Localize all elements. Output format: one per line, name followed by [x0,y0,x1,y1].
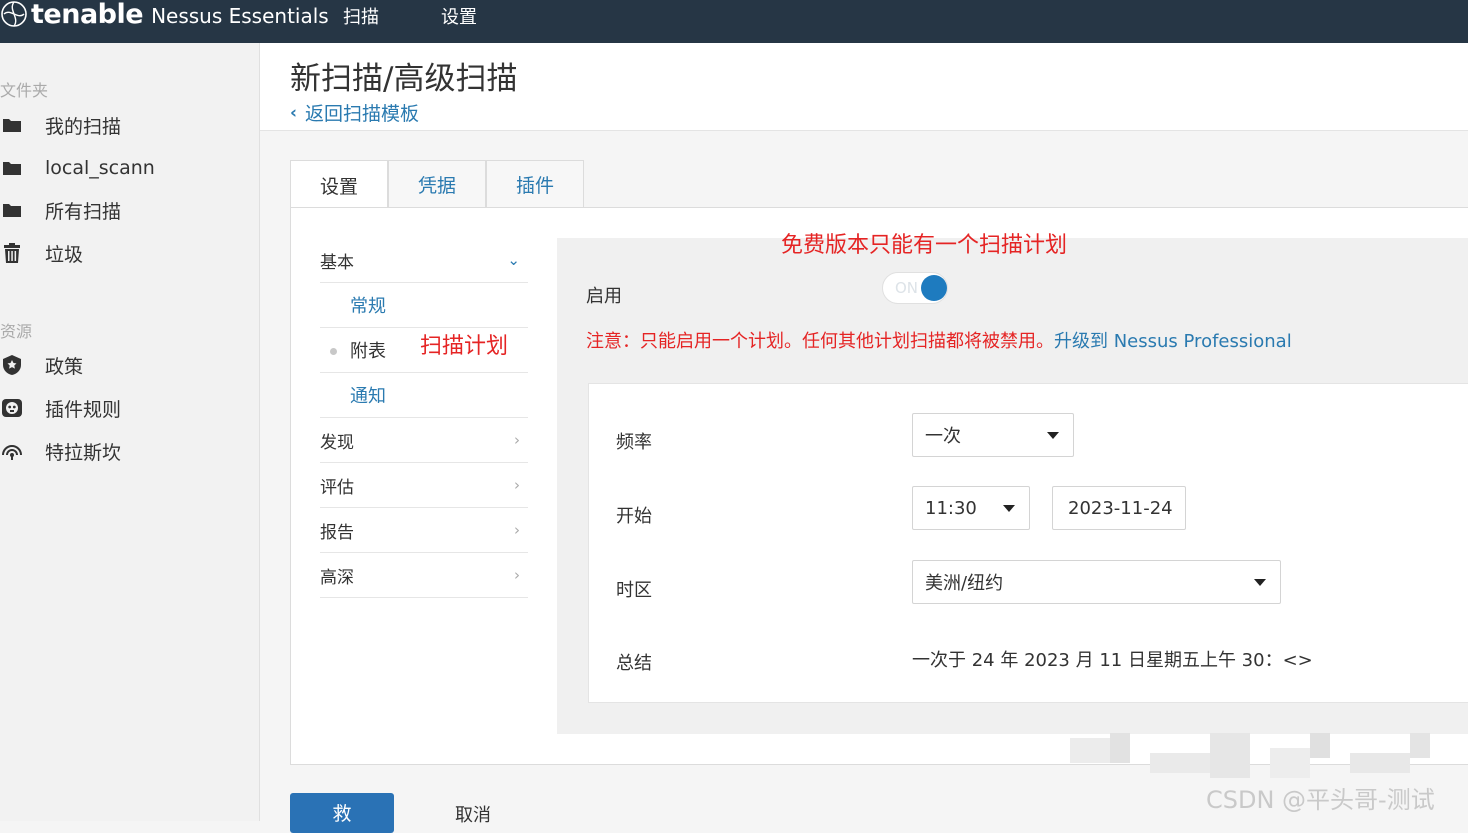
start-date-value: 2023-11-24 [1068,497,1173,519]
tenable-logo[interactable]: tenable Nessus Essentials [0,0,329,30]
chevron-down-icon: ⌄ [507,251,520,269]
menu-report-label: 报告 [320,522,354,543]
schedule-notice: 注意：只能启用一个计划。任何其他计划扫描都将被禁用。升级到 Nessus Pro… [586,327,1292,353]
upgrade-link[interactable]: 升级到 Nessus Professional [1054,331,1292,352]
sidebar-item-trash[interactable]: 垃圾 [0,238,258,268]
summary-value: 一次于 24 年 2023 月 11 日星期五上午 30：<> [912,650,1313,671]
notice-text: 注意：只能启用一个计划。任何其他计划扫描都将被禁用。 [586,331,1054,352]
chevron-right-icon: › [514,521,520,539]
toggle-knob [921,275,947,301]
sidebar-item-label: 我的扫描 [45,115,122,138]
start-time-value: 11:30 [925,497,977,519]
signal-icon [2,445,22,460]
sidebar-item-label: 所有扫描 [45,200,122,223]
menu-advanced-label: 高深 [320,567,354,588]
sidebar-item-terrascan[interactable]: 特拉斯坎 [0,436,258,466]
sidebar-item-policies[interactable]: 政策 [0,350,258,380]
current-dot-icon [330,348,337,355]
back-to-templates-link[interactable]: ‹ 返回扫描模板 [290,99,419,126]
tab-bar: 设置 凭据 插件 [290,160,584,209]
menu-discovery[interactable]: 发现 › [320,418,528,463]
caret-down-icon [1047,432,1059,439]
annotation-one-schedule: 免费版本只能有一个扫描计划 [781,233,1068,258]
page-header: 新扫描/高级扫描 ‹ 返回扫描模板 [260,43,1468,131]
menu-assessment[interactable]: 评估 › [320,463,528,508]
frequency-label: 频率 [616,432,652,453]
menu-general[interactable]: 常规 [320,283,528,328]
menu-advanced[interactable]: 高深 › [320,553,528,598]
chevron-left-icon: ‹ [290,102,298,123]
chevron-right-icon: › [514,431,520,449]
menu-notifications[interactable]: 通知 [320,373,528,418]
tab-plugins[interactable]: 插件 [486,160,584,208]
chevron-right-icon: › [514,476,520,494]
toggle-on-text: ON [895,279,919,297]
plugin-rules-icon [2,399,22,417]
sidebar-item-all-scans[interactable]: 所有扫描 [0,195,258,225]
caret-down-icon [1254,579,1266,586]
sidebar-item-label: 插件规则 [45,398,122,421]
top-bar: tenable Nessus Essentials 扫描 设置 [0,0,1468,43]
sidebar-item-label: 特拉斯坎 [45,441,122,464]
nav-settings[interactable]: 设置 [441,3,477,29]
save-button[interactable]: 救 [290,793,394,833]
folder-icon [3,119,21,132]
menu-discovery-label: 发现 [320,432,354,453]
annotation-schedule: 扫描计划 [420,334,509,359]
caret-down-icon [1003,505,1015,512]
back-link-label: 返回扫描模板 [305,103,420,125]
start-time-select[interactable]: 11:30 [912,486,1030,530]
menu-schedule-label: 附表 [350,341,386,362]
tenable-logo-icon [1,1,27,27]
brand-name: tenable [31,0,144,30]
shield-icon [3,355,21,375]
sidebar-item-my-scans[interactable]: 我的扫描 [0,110,258,140]
cancel-button[interactable]: 取消 [455,801,491,827]
nav-scans[interactable]: 扫描 [343,3,379,29]
product-name: Nessus Essentials [151,4,329,28]
page-title: 新扫描/高级扫描 [290,61,518,97]
timezone-select[interactable]: 美洲/纽约 [912,560,1281,604]
sidebar-item-label: 垃圾 [45,243,84,266]
menu-basic-label: 基本 [320,252,354,273]
menu-assessment-label: 评估 [320,477,354,498]
enable-label: 启用 [586,286,622,307]
sidebar-item-plugin-rules[interactable]: 插件规则 [0,393,258,423]
sidebar-item-label: local_scann [45,157,155,179]
menu-report[interactable]: 报告 › [320,508,528,553]
frequency-select[interactable]: 一次 [912,413,1074,457]
start-date-input[interactable]: 2023-11-24 [1052,486,1186,530]
watermark: CSDN @平头哥-测试 [1206,786,1435,814]
enable-toggle[interactable]: ON [882,272,948,304]
resources-heading: 资源 [0,322,33,341]
frequency-value: 一次 [925,426,961,447]
trash-icon [4,243,20,263]
sidebar-item-label: 政策 [45,355,84,378]
folder-icon [3,162,21,175]
folders-heading: 文件夹 [0,81,49,100]
timezone-label: 时区 [616,580,652,601]
tab-settings[interactable]: 设置 [290,160,388,209]
menu-basic[interactable]: 基本 ⌄ [320,238,528,283]
chevron-right-icon: › [514,566,520,584]
summary-label: 总结 [616,653,652,674]
start-label: 开始 [616,506,652,527]
timezone-value: 美洲/纽约 [925,573,1004,594]
folder-icon [3,204,21,217]
sidebar-item-local-scann[interactable]: local_scann [0,153,258,183]
tab-credentials[interactable]: 凭据 [388,160,486,208]
